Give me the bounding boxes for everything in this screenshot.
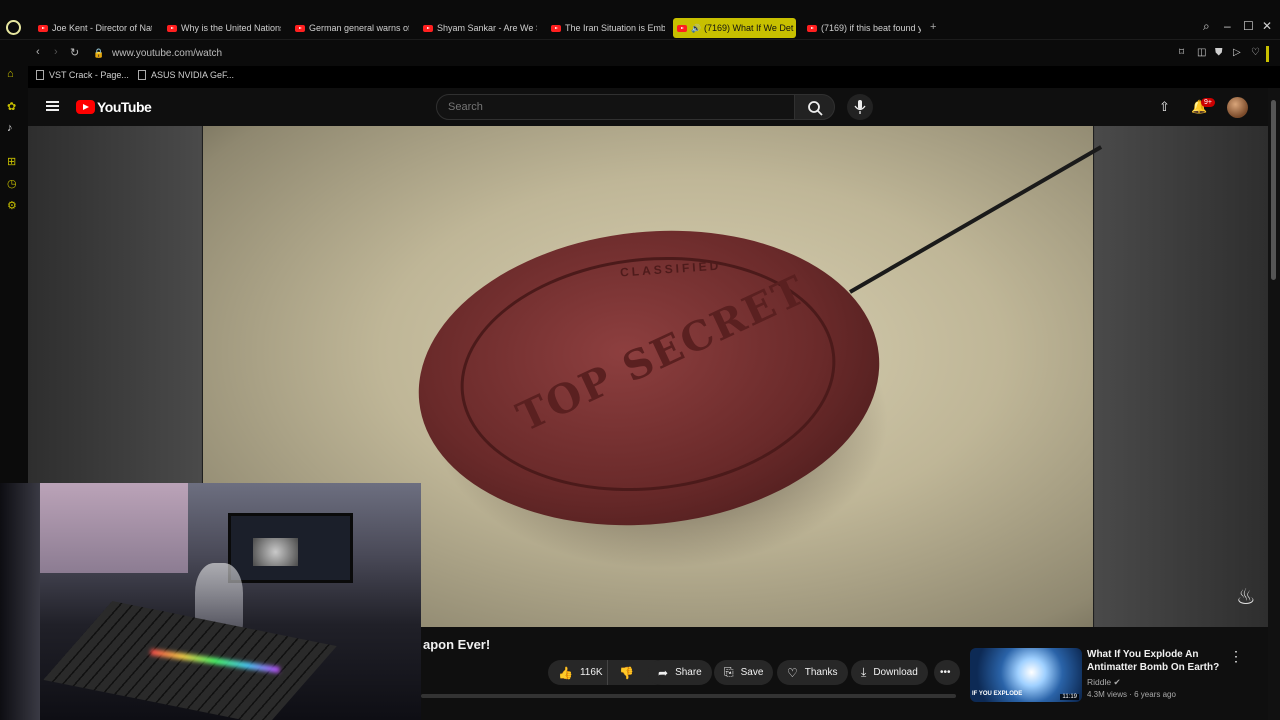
new-tab-plus-icon[interactable]: + [930, 21, 936, 33]
browser-tab[interactable]: The Iran Situation is Emba [547, 18, 665, 38]
webcam-monitor [228, 513, 353, 583]
thumbs-up-icon: 👍 [558, 665, 573, 680]
voice-search-button[interactable] [847, 94, 873, 120]
bookmark-icon: ⎘ [724, 665, 734, 679]
like-divider [607, 660, 608, 685]
thumbnail-text: IF YOU EXPLODE [972, 691, 1023, 697]
video-duration: 11:19 [1060, 694, 1079, 700]
download-icon: ⤓ [861, 665, 867, 679]
youtube-favicon-icon [551, 24, 561, 32]
youtube-favicon-icon [807, 24, 817, 32]
save-button[interactable]: ⎘ Save [714, 660, 774, 685]
browser-tab[interactable]: Joe Kent - Director of Nati [34, 18, 152, 38]
adblock-shield-icon[interactable]: ⛊ [1215, 47, 1223, 58]
bookmark-item[interactable]: VST Crack - Page... [36, 70, 129, 80]
account-avatar[interactable] [1227, 97, 1248, 118]
tiktok-icon[interactable]: ♪ [7, 122, 13, 134]
more-actions-button[interactable]: ••• [934, 660, 960, 685]
browser-tab[interactable]: Why is the United Nations [163, 18, 281, 38]
settings-gear-icon[interactable]: ⚙ [7, 199, 17, 212]
back-icon[interactable]: ‹ [36, 46, 40, 58]
dislike-button[interactable]: 👎 [609, 660, 647, 685]
browser-logo-icon[interactable] [6, 20, 21, 35]
youtube-logo-text[interactable]: YouTube [97, 99, 152, 115]
chatgpt-icon[interactable]: ✿ [7, 100, 16, 113]
audio-playing-icon[interactable]: 🔊 [691, 24, 701, 33]
download-button[interactable]: ⤓ Download [851, 660, 928, 685]
youtube-logo-icon[interactable] [76, 100, 95, 114]
thanks-icon: ♡ [787, 665, 798, 680]
upload-icon[interactable]: ⇧ [1159, 99, 1170, 115]
history-icon[interactable]: ◷ [7, 177, 17, 190]
webcam-side-shadow [0, 483, 40, 720]
youtube-favicon-icon [423, 24, 433, 32]
player-icon[interactable]: ▷ [1233, 47, 1241, 58]
workspaces-icon[interactable]: ⊞ [7, 155, 16, 168]
search-button[interactable] [794, 94, 835, 120]
microphone-icon [854, 100, 866, 114]
search-input[interactable] [436, 94, 795, 120]
suggested-video-thumbnail[interactable]: IF YOU EXPLODE 11:19 [970, 648, 1082, 702]
description-edge [421, 694, 956, 698]
accent-bar [1266, 46, 1269, 62]
snapshot-icon[interactable]: ◫ [1197, 47, 1206, 58]
heart-icon[interactable]: ♡ [1251, 47, 1260, 58]
search-icon [808, 101, 823, 116]
share-icon: ➦ [658, 665, 669, 680]
verified-icon: ✔ [1113, 677, 1121, 687]
browser-tab-active[interactable]: 🔊 (7169) What If We Det [673, 18, 796, 38]
thumbs-down-icon: 👎 [619, 665, 634, 680]
suggested-channel-name[interactable]: Riddle ✔ [1087, 677, 1121, 688]
webcam-wall [38, 483, 188, 573]
minimize-icon[interactable]: – [1224, 19, 1231, 33]
lock-icon: 🔒 [93, 48, 105, 58]
youtube-favicon-icon [295, 24, 305, 32]
thanks-button[interactable]: ♡ Thanks [777, 660, 848, 685]
more-vertical-icon[interactable]: ⋮ [1229, 648, 1243, 665]
browser-tab[interactable]: Shyam Sankar - Are We S [419, 18, 537, 38]
extension-overlay-icon[interactable]: ♨ [1236, 584, 1256, 610]
scrollbar-thumb[interactable] [1271, 100, 1276, 280]
suggested-video-meta: 4.3M views · 6 years ago [1087, 690, 1176, 699]
notification-badge: 9+ [1201, 98, 1215, 107]
like-button[interactable]: 👍 116K [548, 660, 607, 685]
youtube-favicon-icon [677, 24, 687, 32]
page-icon [138, 70, 146, 80]
forward-icon[interactable]: › [54, 46, 58, 58]
video-title: apon Ever! [423, 637, 491, 652]
menu-icon[interactable] [46, 101, 59, 111]
close-icon[interactable]: ✕ [1262, 19, 1272, 33]
suggested-video-title[interactable]: What If You Explode An Antimatter Bomb O… [1087, 648, 1227, 674]
url-field[interactable]: www.youtube.com/watch [112, 48, 222, 59]
more-horizontal-icon: ••• [940, 667, 951, 678]
share-button[interactable]: ➦ Share [648, 660, 712, 685]
browser-tab[interactable]: German general warns of [291, 18, 409, 38]
webcam-overlay [0, 483, 421, 720]
home-icon[interactable]: ⌂ [7, 68, 14, 80]
bookmark-page-icon[interactable]: ⌑ [1179, 47, 1184, 58]
youtube-favicon-icon [38, 24, 48, 32]
youtube-favicon-icon [167, 24, 177, 32]
maximize-icon[interactable]: ☐ [1243, 19, 1254, 33]
tab-search-icon[interactable]: ⌕ [1203, 19, 1210, 34]
reload-icon[interactable]: ↻ [70, 46, 79, 59]
page-icon [36, 70, 44, 80]
browser-tab[interactable]: (7169) if this beat found yo [803, 18, 921, 38]
bookmark-item[interactable]: ASUS NVIDIA GeF... [138, 70, 234, 80]
